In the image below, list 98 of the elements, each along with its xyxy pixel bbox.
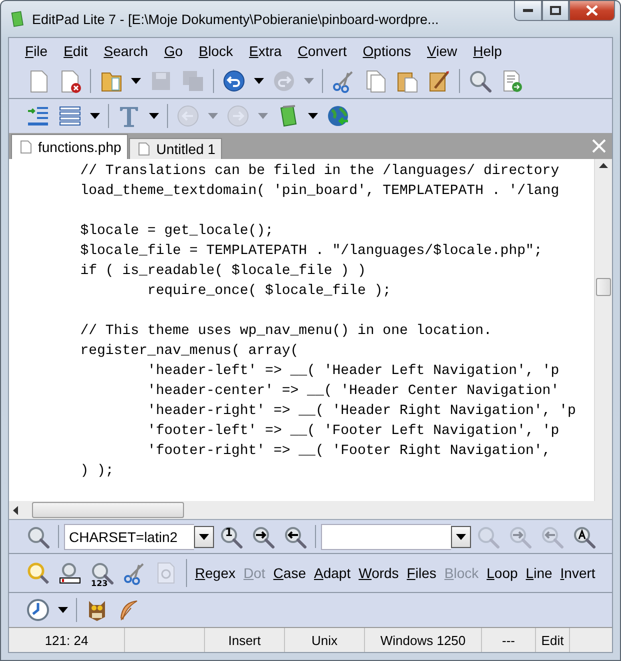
globe-icon — [326, 104, 350, 128]
close-icon — [586, 5, 598, 16]
code-line: require_once( $locale_file ); — [146, 282, 392, 301]
code-line: 'header-center' => __( 'Header Center Navigation' — [146, 382, 560, 401]
menu-item[interactable]: Edit — [58, 41, 93, 61]
toolbar-button[interactable]: 1 — [216, 522, 246, 552]
status-cell: Windows 1250 — [365, 628, 482, 652]
code-line: 'header-right' => __( 'Header Right Navigation', 'p — [146, 402, 577, 421]
document-icon — [138, 142, 150, 156]
status-cell: Unix — [285, 628, 365, 652]
caret-icon — [258, 113, 268, 119]
code-line: 'footer-left' => __( 'Footer Left Navigation', 'p — [146, 422, 560, 441]
vertical-scrollbar[interactable] — [594, 159, 612, 501]
indent-lines-icon — [26, 104, 50, 128]
search-option-toggle[interactable]: Loop — [484, 565, 521, 581]
dropdown-button[interactable] — [194, 526, 214, 548]
file-tab[interactable]: Untitled 1 — [129, 138, 222, 159]
clock-icon — [26, 598, 50, 622]
font-letter-icon — [117, 104, 141, 128]
search-option-toggle[interactable]: Words — [356, 565, 402, 581]
search-option-toggle[interactable]: Case — [270, 565, 309, 581]
highlight-magnifier-icon — [26, 561, 50, 585]
code-line: register_nav_menus( array( — [79, 342, 300, 361]
menu-item[interactable]: Options — [358, 41, 416, 61]
caret-icon — [304, 78, 314, 84]
code-line: 'header-left' => __( 'Header Left Navigation', 'p — [146, 362, 560, 381]
magnifier-bar-icon — [58, 561, 82, 585]
search-option-toggle[interactable]: Regex — [192, 565, 238, 581]
search-option-toggle[interactable]: Invert — [557, 565, 598, 581]
menu-item[interactable]: Extra — [244, 41, 287, 61]
file-tab[interactable]: functions.php — [11, 134, 128, 159]
caret-icon — [308, 113, 318, 119]
menu-item[interactable]: File — [20, 41, 53, 61]
magnifier-right-arrow-icon — [251, 524, 275, 548]
lines-icon — [58, 104, 82, 128]
icon-label: 1 — [225, 526, 233, 538]
floppy-disks-icon — [181, 69, 205, 93]
search-field[interactable]: CHARSET=latin2 — [64, 524, 194, 550]
undo-icon — [222, 69, 246, 93]
scroll-thumb[interactable] — [32, 502, 184, 518]
magnifier-replace-icon — [476, 524, 500, 548]
caret-icon — [149, 113, 159, 119]
caret-icon — [208, 113, 218, 119]
code-line: if ( is_readable( $locale_file ) ) — [79, 262, 367, 281]
magnifier-number-icon — [219, 524, 243, 548]
toolbar-button[interactable]: 123 — [87, 558, 117, 588]
caret-icon — [90, 113, 100, 119]
code-line: $locale_file = TEMPLATEPATH . "/languages/$locale.php"; — [79, 242, 544, 261]
status-cell: Edit — [536, 628, 570, 652]
menu-item[interactable]: Convert — [292, 41, 352, 61]
dropdown-button[interactable] — [451, 526, 471, 548]
search-option-toggle[interactable]: Adapt — [311, 565, 354, 581]
document-icon — [20, 140, 32, 154]
status-cell: --- — [482, 628, 536, 652]
scissors-icon — [331, 69, 355, 93]
scroll-thumb[interactable] — [596, 278, 611, 296]
magnifier-count-icon — [90, 561, 114, 585]
window-title: EditPad Lite 7 - [E:\Moje Dokumenty\Pobieranie\pinboard-wordpre... — [32, 12, 440, 26]
status-cell: 121: 24 — [9, 628, 125, 652]
replace-field[interactable] — [321, 524, 451, 550]
caret-icon — [131, 78, 141, 84]
horizontal-scrollbar[interactable] — [9, 501, 612, 520]
close-button[interactable] — [569, 1, 615, 21]
maximize-button[interactable] — [542, 1, 569, 21]
scroll-up-arrow-icon — [599, 163, 608, 168]
caret-icon — [456, 534, 466, 540]
code-line: ) ); — [79, 462, 115, 481]
magnifier-letter-icon — [572, 524, 596, 548]
caret-icon — [199, 534, 209, 540]
clipboard-brush-icon — [427, 69, 451, 93]
icon-label: 123 — [91, 580, 108, 588]
magnifier-replace-right-icon — [508, 524, 532, 548]
magnifier-replace-left-icon — [540, 524, 564, 548]
code-line: // This theme uses wp_nav_menu() in one location. — [79, 322, 493, 341]
search-option-toggle[interactable]: Files — [404, 565, 440, 581]
code-line: $locale = get_locale(); — [79, 222, 274, 241]
minimize-button[interactable] — [514, 1, 542, 21]
caret-icon — [254, 78, 264, 84]
close-icon — [592, 139, 606, 153]
menu-item[interactable]: Go — [159, 41, 188, 61]
menu-item[interactable]: Search — [98, 41, 154, 61]
search-icon — [468, 69, 492, 93]
search-icon — [26, 524, 50, 548]
status-cell: Insert — [205, 628, 285, 652]
code-line: load_theme_textdomain( 'pin_board', TEMPLATEPATH . '/lang — [79, 182, 560, 201]
search-option-toggle[interactable]: Line — [522, 565, 556, 581]
menu-item[interactable]: Help — [468, 41, 507, 61]
code-line: // Translations can be filed in the /languages/ directory — [79, 162, 560, 181]
code-line: 'footer-right' => __( 'Footer Right Navigation', — [146, 442, 552, 461]
redo-icon — [272, 69, 296, 93]
scissors-icon — [122, 561, 146, 585]
menu-item[interactable]: View — [422, 41, 462, 61]
scroll-left-arrow-icon — [13, 506, 18, 514]
magnifier-left-arrow-icon — [283, 524, 307, 548]
minimize-icon — [523, 8, 533, 12]
caret-icon — [58, 607, 68, 613]
menu-item[interactable]: Block — [194, 41, 238, 61]
maximize-icon — [550, 6, 561, 15]
